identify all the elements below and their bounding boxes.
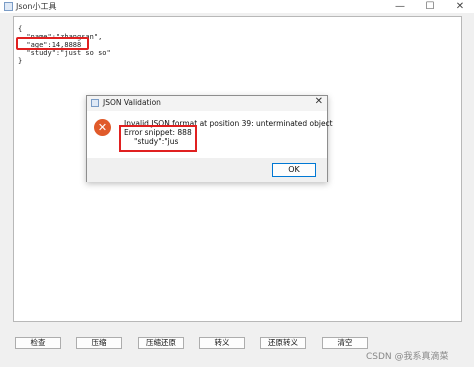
unescape-button[interactable]: 还原转义 xyxy=(260,337,306,349)
editor-line: "study":"just so so" xyxy=(18,49,111,57)
dialog-close-icon[interactable]: ✕ xyxy=(315,96,323,107)
json-validation-dialog: JSON Validation ✕ ✕ Invalid JSON format … xyxy=(86,95,333,182)
window-title: Json小工具 xyxy=(16,2,57,11)
age-highlight-box xyxy=(16,37,89,50)
clear-button[interactable]: 清空 xyxy=(322,337,368,349)
snippet-highlight-box xyxy=(119,125,197,152)
close-button[interactable]: ✕ xyxy=(446,0,474,13)
maximize-button[interactable]: ☐ xyxy=(416,0,444,13)
ok-button[interactable]: OK xyxy=(272,163,316,177)
escape-button[interactable]: 转义 xyxy=(199,337,245,349)
watermark: CSDN @我系真滴菜 xyxy=(366,352,449,362)
app-icon xyxy=(4,2,13,11)
editor-line: { xyxy=(18,25,23,33)
check-button[interactable]: 检查 xyxy=(15,337,61,349)
dialog-titlebar: JSON Validation ✕ xyxy=(87,96,327,111)
dialog-footer: OK xyxy=(87,158,327,182)
compress-button[interactable]: 压缩 xyxy=(76,337,122,349)
compress-restore-button[interactable]: 压缩还原 xyxy=(138,337,184,349)
dialog-title: JSON Validation xyxy=(103,98,161,107)
dialog-app-icon xyxy=(91,99,99,107)
window-titlebar: Json小工具 — ☐ ✕ xyxy=(0,0,474,13)
error-icon: ✕ xyxy=(94,119,111,136)
minimize-button[interactable]: — xyxy=(386,0,414,13)
editor-line: } xyxy=(18,57,23,65)
